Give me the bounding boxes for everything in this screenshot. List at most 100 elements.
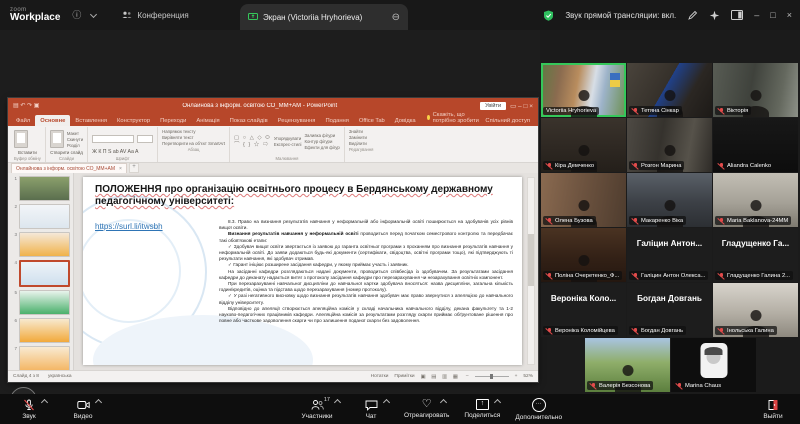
ribbon-tab-transitions[interactable]: Переходи (155, 115, 191, 126)
replace-button[interactable]: Замінити (349, 135, 374, 140)
audio-button[interactable]: Звук (8, 394, 50, 424)
quick-styles-button[interactable]: Експрес-стилі (274, 142, 302, 147)
share-options-chevron[interactable] (494, 399, 501, 406)
align-text-button[interactable]: Вирівняти текст (162, 135, 225, 140)
participant-tile-avatar[interactable]: Marina Chaus (671, 338, 756, 392)
ribbon-tab-animations[interactable]: Анімація (191, 115, 224, 126)
ppt-window-controls[interactable]: ▭ – □ × (510, 102, 533, 110)
ribbon-tab-slideshow[interactable]: Показ слайдів (225, 115, 273, 126)
video-button[interactable]: Видео (62, 394, 104, 424)
sign-in-button[interactable]: Увійти (480, 102, 506, 110)
view-switcher-icons[interactable]: ▣ ▤ ▥ ▦ (421, 374, 460, 380)
slide-thumbnail-3[interactable]: 3 (8, 232, 70, 257)
slide-thumbnail-4-selected[interactable]: 4 (8, 260, 70, 287)
share-button[interactable]: Спільний доступ (480, 115, 535, 126)
chat-button[interactable]: Чат (350, 394, 392, 424)
tell-me-box[interactable]: Скажіть, що потрібно зробити (427, 112, 481, 127)
meeting-controls-bar: Звук Видео Участники (0, 394, 800, 424)
arrange-button[interactable]: Упорядкувати (274, 136, 302, 141)
font-size-combobox[interactable] (137, 135, 153, 143)
participant-tile[interactable]: Макаренко Віка (627, 173, 712, 227)
slide-thumbnail-7[interactable]: 7 (8, 346, 70, 370)
slide-scrollbar[interactable] (527, 177, 535, 365)
participant-tile[interactable]: Інольська Галина (713, 283, 798, 337)
ribbon-tab-file[interactable]: Файл (11, 115, 35, 126)
zoom-in-button[interactable]: + (515, 374, 518, 379)
view-layout-icon[interactable] (731, 10, 743, 20)
react-options-chevron[interactable] (440, 399, 447, 406)
react-button[interactable]: ♡ Отреагировать (404, 394, 449, 424)
muted-mic-icon (546, 272, 553, 279)
font-name-combobox[interactable] (92, 135, 134, 143)
ribbon-tab-view[interactable]: Подання (320, 115, 353, 126)
shape-effects-button[interactable]: Ефекти для фігур (304, 145, 339, 150)
participant-tile-novideo[interactable]: Вероніка Коло... Вероніка Коломійцева (541, 283, 626, 337)
section-button[interactable]: Розділ (67, 143, 83, 148)
audio-options-chevron[interactable] (41, 399, 48, 406)
zoom-slider[interactable] (475, 376, 509, 377)
chevron-down-icon[interactable] (90, 10, 97, 17)
ribbon-tab-officetab[interactable]: Office Tab (354, 115, 390, 126)
language-indicator[interactable]: українська (48, 374, 72, 379)
participant-tile[interactable]: Кіра Демченко (541, 118, 626, 172)
ribbon-tab-design[interactable]: Конструктор (112, 115, 155, 126)
ribbon-tab-help[interactable]: Довідка (390, 115, 421, 126)
tab-shared-screen[interactable]: Экран (Victoriia Hryhorieva) ⊖ (240, 4, 408, 30)
document-tab-close-icon[interactable]: × (119, 166, 122, 172)
participant-tile[interactable]: Вікторія (713, 63, 798, 117)
slide-hyperlink[interactable]: https://surl.li/itwsbh (95, 222, 163, 231)
zoom-percentage[interactable]: 52% (523, 374, 533, 379)
participant-tile-novideo[interactable]: Гладущенко Га... Гладущенко Галина 2... (713, 228, 798, 282)
new-document-tab-button[interactable]: + (129, 163, 139, 173)
video-options-chevron[interactable] (95, 399, 102, 406)
participants-button[interactable]: Участники 17 (296, 394, 338, 424)
chat-options-chevron[interactable] (383, 399, 390, 406)
participant-tile[interactable]: Олена Бузова (541, 173, 626, 227)
slide-thumbnail-5[interactable]: 5 (8, 290, 70, 315)
info-icon[interactable]: ⓘ (72, 11, 81, 20)
participant-name-label: Victoriia Hryhorieva (543, 107, 599, 115)
participant-tile[interactable]: Тетяна Сінкар (627, 63, 712, 117)
participants-options-chevron[interactable] (334, 399, 341, 406)
layout-button[interactable]: Макет (67, 131, 83, 136)
participant-tile[interactable]: Maria Baklanova-24MM (713, 173, 798, 227)
notes-toggle[interactable]: Нотатки (371, 374, 389, 379)
participant-tile[interactable]: Aliandra Calenko (713, 118, 798, 172)
comments-toggle[interactable]: Примітки (394, 374, 414, 379)
window-minimize-button[interactable]: – (754, 10, 759, 20)
participant-tile[interactable]: Валерія Безсонова (585, 338, 670, 392)
annotate-pen-icon[interactable] (687, 10, 698, 21)
participant-tile-novideo[interactable]: Галіцин Антон... Галіцин Антон Олекса... (627, 228, 712, 282)
window-maximize-button[interactable]: □ (770, 10, 775, 20)
ai-companion-icon[interactable] (709, 10, 720, 21)
ribbon-tab-insert[interactable]: Вставлення (70, 115, 112, 126)
text-direction-button[interactable]: Напрямок тексту (162, 129, 225, 134)
new-slide-icon[interactable] (50, 130, 64, 148)
minimize-share-icon[interactable]: ⊖ (392, 12, 400, 23)
quick-access-toolbar[interactable]: ▤ ↶ ↷ ▣ (13, 102, 39, 109)
find-button[interactable]: Знайти (349, 129, 374, 134)
shape-fill-button[interactable]: Заливка фігури (304, 133, 339, 138)
document-tab[interactable]: Онлайнова з інформ. освітою СО_ММ+АМ × (11, 163, 127, 173)
ribbon-tab-review[interactable]: Рецензування (273, 115, 321, 126)
paste-icon[interactable] (14, 130, 28, 148)
leave-button[interactable]: Выйти (752, 394, 794, 424)
participant-tile-novideo[interactable]: Богдан Довгань Богдан Довгань (627, 283, 712, 337)
current-slide[interactable]: ПОЛОЖЕННЯ про організацію освітнього про… (83, 177, 522, 365)
participant-tile-victoriia[interactable]: Victoriia Hryhorieva (541, 63, 626, 117)
reset-button[interactable]: Скинути (67, 137, 83, 142)
share-screen-button[interactable]: ↑ Поделиться (461, 394, 503, 424)
slide-thumbnail-1[interactable]: 1 (8, 176, 70, 201)
window-close-button[interactable]: × (787, 10, 792, 20)
zoom-out-button[interactable]: – (466, 374, 469, 379)
slide-thumbnail-2[interactable]: 2 (8, 204, 70, 229)
slide-thumbnail-6[interactable]: 6 (8, 318, 70, 343)
participant-tile[interactable]: Поліна Очеретенко_Ф... (541, 228, 626, 282)
shapes-gallery[interactable]: ▢ ○ △ ◇ ⬭ ⌒ { } ☆ ⇨ (234, 135, 271, 147)
more-button[interactable]: ··· Дополнительно (515, 394, 562, 424)
shape-outline-button[interactable]: Контур фігури (304, 139, 339, 144)
tab-meeting[interactable]: Конференция (122, 11, 188, 20)
muted-mic-icon (718, 162, 725, 169)
participant-tile[interactable]: Розгон Марина (627, 118, 712, 172)
ribbon-tab-home[interactable]: Основне (35, 115, 70, 126)
